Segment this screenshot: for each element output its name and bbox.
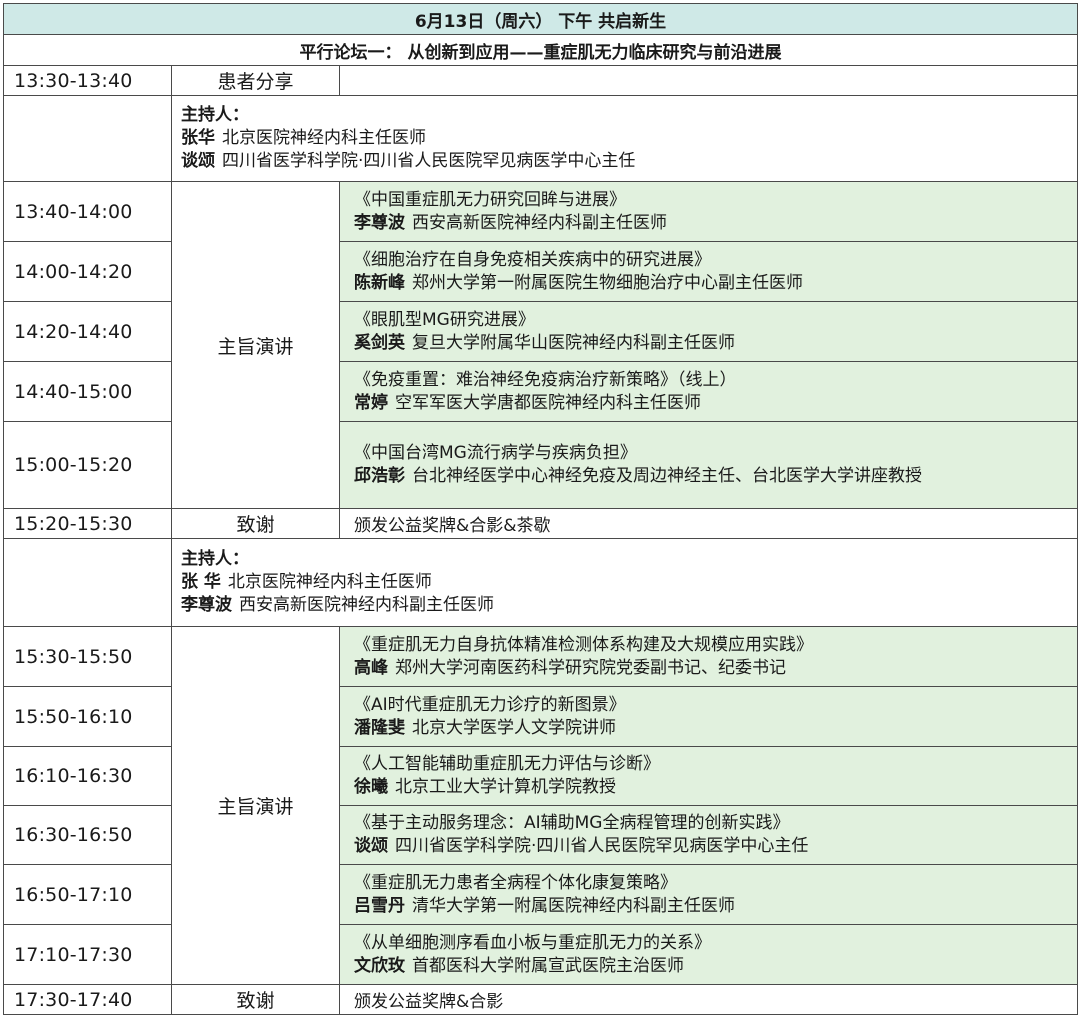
talk-cell: 《中国台湾MG流行病学与疾病负担》 邱浩彰 台北神经医学中心神经免疫及周边神经主任… [339,421,1078,509]
time-cell: 16:30-16:50 [3,805,172,865]
talk-title: 《基于主动服务理念：AI辅助MG全病程管理的创新实践》 [354,813,790,833]
talk-title: 《AI时代重症肌无力诊疗的新图景》 [354,694,626,715]
speaker-name: 陈新峰 [354,272,405,293]
speaker-desc: 复旦大学附属华山医院神经内科副主任医师 [412,332,735,353]
table-row: 17:10-17:30 《从单细胞测序看血小板与重症肌无力的关系》 文欣玫 首都医… [3,924,1078,985]
talk-cell: 《眼肌型MG研究进展》 奚剑英 复旦大学附属华山医院神经内科副主任医师 [339,301,1078,362]
host-title: 主持人： [181,549,249,569]
speaker-name: 徐曦 [354,777,388,797]
time-cell: 13:40-14:00 [3,181,172,242]
talk-cell: 《免疫重置：难治神经免疫病治疗新策略》（线上） 常婷 空军军医大学唐都医院神经内科… [339,361,1078,422]
speaker-desc: 清华大学第一附属医院神经内科副主任医师 [412,895,735,916]
speaker-name: 潘隆斐 [354,717,405,738]
speaker-desc: 北京大学医学人文学院讲师 [412,717,616,738]
table-row: 16:30-16:50 《基于主动服务理念：AI辅助MG全病程管理的创新实践》 … [3,805,1078,865]
host-name: 谈颂 [181,151,215,171]
session-label: 患者分享 [171,65,340,96]
speaker-desc: 台北神经医学中心神经免疫及周边神经主任、台北医学大学讲座教授 [412,466,922,486]
time-cell: 15:50-16:10 [3,686,172,747]
session-label: 主旨演讲 [171,181,340,509]
host-desc: 北京医院神经内科主任医师 [227,572,432,592]
host-desc: 四川省医学科学院·四川省人民医院罕见病医学中心主任 [222,151,636,171]
talk-cell: 《重症肌无力自身抗体精准检测体系构建及大规模应用实践》 高峰 郑州大学河南医药科学… [339,626,1078,687]
table-row: 13:40-14:00 主旨演讲 《中国重症肌无力研究回眸与进展》 李尊波 西安高… [3,181,1078,509]
host-desc: 北京医院神经内科主任医师 [222,128,426,148]
talk-cell: 《基于主动服务理念：AI辅助MG全病程管理的创新实践》 谈颂 四川省医学科学院·四… [339,805,1078,865]
talk-cell: 《重症肌无力患者全病程个体化康复策略》 吕雪丹 清华大学第一附属医院神经内科副主任… [339,864,1078,925]
activity-text: 颁发公益奖牌&合影 [339,984,1078,1015]
time-cell: 16:10-16:30 [3,746,172,806]
session-label: 致谢 [171,984,340,1015]
host-block: 主持人： 张 华北京医院神经内科主任医师 李尊波 西安高新医院神经内科副主任医师 [171,538,1078,627]
date-title: 6月13日（周六） 下午 共启新生 [3,3,1078,35]
speaker-desc: 四川省医学科学院·四川省人民医院罕见病医学中心主任 [395,836,809,856]
table-row: 15:50-16:10 《AI时代重症肌无力诊疗的新图景》 潘隆斐 北京大学医学人… [3,686,1078,747]
speaker-name: 奚剑英 [354,332,405,353]
time-cell: 13:30-13:40 [3,65,172,96]
host-row: 主持人： 张华 北京医院神经内科主任医师 谈颂 四川省医学科学院·四川省人民医院罕见… [3,95,1078,182]
table-row: 13:30-13:40 患者分享 [3,65,1078,96]
table-row: 15:00-15:20 《中国台湾MG流行病学与疾病负担》 邱浩彰 台北神经医学中… [3,421,1078,509]
agenda-table: 6月13日（周六） 下午 共启新生 平行论坛一： 从创新到应用——重症肌无力临床… [3,3,1078,1015]
time-cell: 17:10-17:30 [3,924,172,985]
talk-title: 《重症肌无力患者全病程个体化康复策略》 [354,872,677,893]
table-row: 17:30-17:40 致谢 颁发公益奖牌&合影 [3,984,1078,1015]
talk-title: 《细胞治疗在自身免疫相关疾病中的研究进展》 [354,249,711,270]
talk-title: 《重症肌无力自身抗体精准检测体系构建及大规模应用实践》 [354,634,813,655]
table-row: 15:20-15:30 致谢 颁发公益奖牌&合影&茶歇 [3,508,1078,539]
host-row: 主持人： 张 华北京医院神经内科主任医师 李尊波 西安高新医院神经内科副主任医师 [3,538,1078,627]
speaker-name: 文欣玫 [354,955,405,976]
speaker-name: 邱浩彰 [354,466,405,486]
talk-title: 《中国重症肌无力研究回眸与进展》 [354,189,626,210]
talk-cell: 《从单细胞测序看血小板与重症肌无力的关系》 文欣玫 首都医科大学附属宣武医院主治医… [339,924,1078,985]
talk-title: 《中国台湾MG流行病学与疾病负担》 [354,443,637,463]
host-title: 主持人： [181,105,249,125]
session-label: 主旨演讲 [171,626,340,985]
table-row: 16:50-17:10 《重症肌无力患者全病程个体化康复策略》 吕雪丹 清华大学第… [3,864,1078,925]
talk-title: 《眼肌型MG研究进展》 [354,309,535,330]
speaker-name: 吕雪丹 [354,895,405,916]
speaker-desc: 郑州大学第一附属医院生物细胞治疗中心副主任医师 [412,272,803,293]
table-row: 14:40-15:00 《免疫重置：难治神经免疫病治疗新策略》（线上） 常婷 空军… [3,361,1078,422]
talk-cell: 《中国重症肌无力研究回眸与进展》 李尊波 西安高新医院神经内科副主任医师 [339,181,1078,242]
activity-text: 颁发公益奖牌&合影&茶歇 [339,508,1078,539]
speaker-desc: 空军军医大学唐都医院神经内科主任医师 [395,392,701,413]
speaker-name: 李尊波 [354,212,405,233]
session-label: 致谢 [171,508,340,539]
speaker-name: 常婷 [354,392,388,413]
speaker-desc: 北京工业大学计算机学院教授 [395,777,616,797]
host-name: 张 华 [181,572,221,592]
talk-cell: 《人工智能辅助重症肌无力评估与诊断》 徐曦 北京工业大学计算机学院教授 [339,746,1078,806]
empty-cell [3,95,172,182]
speaker-desc: 首都医科大学附属宣武医院主治医师 [412,955,684,976]
speaker-desc: 郑州大学河南医药科学研究院党委副书记、纪委书记 [395,657,786,678]
talk-title: 《人工智能辅助重症肌无力评估与诊断》 [354,754,660,774]
table-row: 14:00-14:20 《细胞治疗在自身免疫相关疾病中的研究进展》 陈新峰 郑州大… [3,241,1078,302]
empty-cell [339,65,1078,96]
talk-cell: 《细胞治疗在自身免疫相关疾病中的研究进展》 陈新峰 郑州大学第一附属医院生物细胞治… [339,241,1078,302]
host-block: 主持人： 张华 北京医院神经内科主任医师 谈颂 四川省医学科学院·四川省人民医院罕见… [171,95,1078,182]
time-cell: 17:30-17:40 [3,984,172,1015]
time-cell: 16:50-17:10 [3,864,172,925]
time-cell: 15:00-15:20 [3,421,172,509]
table-row: 14:20-14:40 《眼肌型MG研究进展》 奚剑英 复旦大学附属华山医院神经内… [3,301,1078,362]
speaker-desc: 西安高新医院神经内科副主任医师 [412,212,667,233]
time-cell: 15:20-15:30 [3,508,172,539]
table-row: 16:10-16:30 《人工智能辅助重症肌无力评估与诊断》 徐曦 北京工业大学计… [3,746,1078,806]
table-row: 15:30-15:50 主旨演讲 《重症肌无力自身抗体精准检测体系构建及大规模应… [3,626,1078,985]
forum-title: 平行论坛一： 从创新到应用——重症肌无力临床研究与前沿进展 [3,34,1078,66]
talk-title: 《从单细胞测序看血小板与重症肌无力的关系》 [354,932,711,953]
talk-cell: 《AI时代重症肌无力诊疗的新图景》 潘隆斐 北京大学医学人文学院讲师 [339,686,1078,747]
speaker-name: 谈颂 [354,836,388,856]
host-name: 李尊波 [181,595,232,615]
talk-title: 《免疫重置：难治神经免疫病治疗新策略》（线上） [354,369,737,390]
host-name: 张华 [181,128,215,148]
empty-cell [3,538,172,627]
time-cell: 14:00-14:20 [3,241,172,302]
host-desc: 西安高新医院神经内科副主任医师 [239,595,494,615]
time-cell: 15:30-15:50 [3,626,172,687]
time-cell: 14:20-14:40 [3,301,172,362]
speaker-name: 高峰 [354,657,388,678]
time-cell: 14:40-15:00 [3,361,172,422]
